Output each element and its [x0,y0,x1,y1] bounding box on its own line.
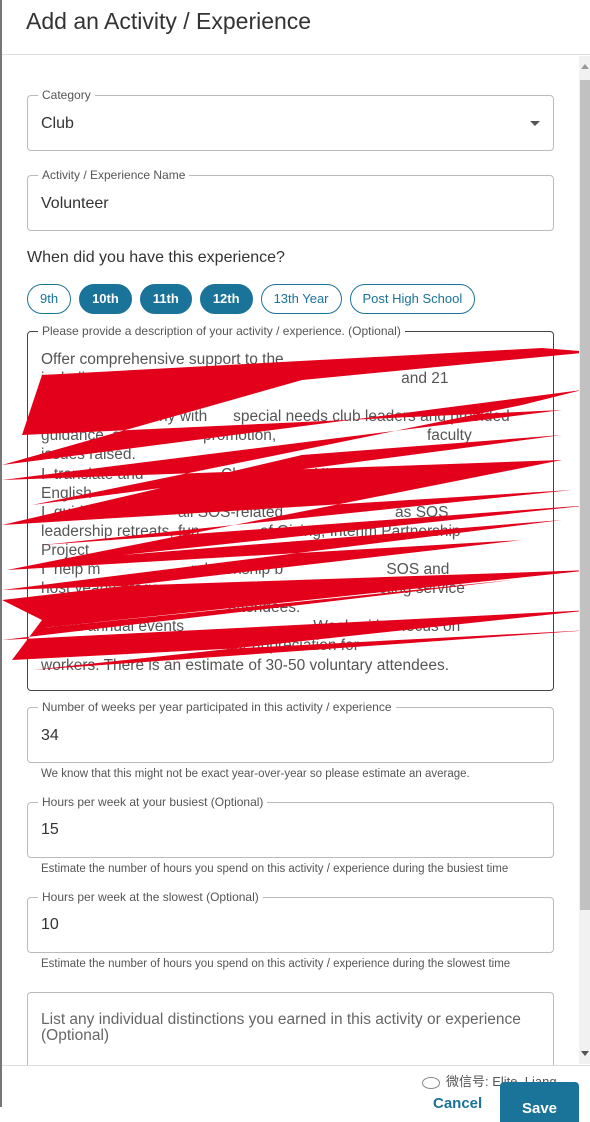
busiest-label: Hours per week at your busiest (Optional… [38,795,268,809]
description-line: issues raised. [41,446,136,464]
activity-name-field[interactable]: Activity / Experience Name Volunteer [27,168,554,231]
scroll-up-arrow-icon[interactable] [581,64,589,69]
weeks-per-year-field[interactable]: Number of weeks per year participated in… [27,700,554,763]
description-line: Offer comprehensive support to the [41,351,284,368]
category-select[interactable]: Category Club [27,88,554,151]
cancel-button[interactable]: Cancel [433,1095,482,1112]
grade-chip-10th[interactable]: 10th [79,284,132,314]
chevron-down-icon [530,121,540,126]
description-label: Please provide a description of your act… [38,324,405,338]
grade-chip-post-high-school[interactable]: Post High School [349,284,476,314]
description-line: English [41,484,92,502]
scrollbar-thumb[interactable] [580,80,590,910]
dialog-title: Add an Activity / Experience [26,8,312,34]
grade-chip-13th-year[interactable]: 13th Year [260,284,342,314]
description-line: with attendees. [41,599,301,617]
grade-chip-9th[interactable]: 9th [27,284,72,314]
category-label: Category [38,88,95,102]
description-line: I check in quarterly with special needs … [41,408,510,426]
dialog-header: Add an Activity / Experience [2,0,590,55]
description-line: Project [41,541,90,559]
weeks-value: 34 [41,727,59,744]
activity-name-label: Activity / Experience Name [38,168,190,182]
wechat-icon [422,1076,440,1089]
grade-chip-11th[interactable]: 11th [139,284,192,314]
grade-chips: 9th 10th 11th 12th 13th Year Post High S… [27,284,476,314]
description-line: creating art crafts our appreciation for [41,637,359,655]
grade-chip-12th[interactable]: 12th [199,284,253,314]
description-line: workers. There is an estimate of 30-50 v… [41,656,450,674]
description-line: host yearly dragon connecting service [41,580,465,598]
description-textarea[interactable]: Please provide a description of your act… [27,324,554,691]
scrollbar[interactable] [579,56,590,1064]
weeks-help: We know that this might not be exact yea… [41,768,470,780]
slowest-help: Estimate the number of hours you spend o… [41,958,511,970]
busiest-value: 15 [41,821,59,838]
scroll-down-arrow-icon[interactable] [581,1051,589,1056]
description-line: I guide all SOS-related as SOS [41,503,449,521]
activity-name-value: Volunteer [41,195,109,212]
description-text: Offer comprehensive support to the includ… [41,350,546,675]
description-line: guidance, support, promotion, faculty [41,427,472,445]
slowest-label: Hours per week at the slowest (Optional) [38,890,263,904]
description-line: I help m relationship b SOS and [41,561,450,579]
busiest-hours-field[interactable]: Hours per week at your busiest (Optional… [27,795,554,858]
grades-question: When did you have this experience? [27,249,285,266]
description-line: including 6 individual clubs and 21 [41,370,449,388]
distinctions-placeholder: List any individual distinctions you ear… [41,1011,521,1044]
description-line: I lead annual events Week with a focus o… [41,618,461,636]
description-line: I translate and Chuen Long, UKIC and bil… [41,465,443,483]
busiest-help: Estimate the number of hours you spend o… [41,863,509,875]
slowest-hours-field[interactable]: Hours per week at the slowest (Optional)… [27,890,554,953]
dialog-footer: 微信号: Elite_Liang Cancel Save [2,1065,590,1122]
slowest-value: 10 [41,916,59,933]
description-line: leadership retreats, fun of Giving, Inte… [41,522,461,540]
save-button[interactable]: Save [500,1082,579,1122]
description-line: service club with [41,389,155,407]
weeks-label: Number of weeks per year participated in… [38,700,396,714]
category-value: Club [41,115,74,132]
